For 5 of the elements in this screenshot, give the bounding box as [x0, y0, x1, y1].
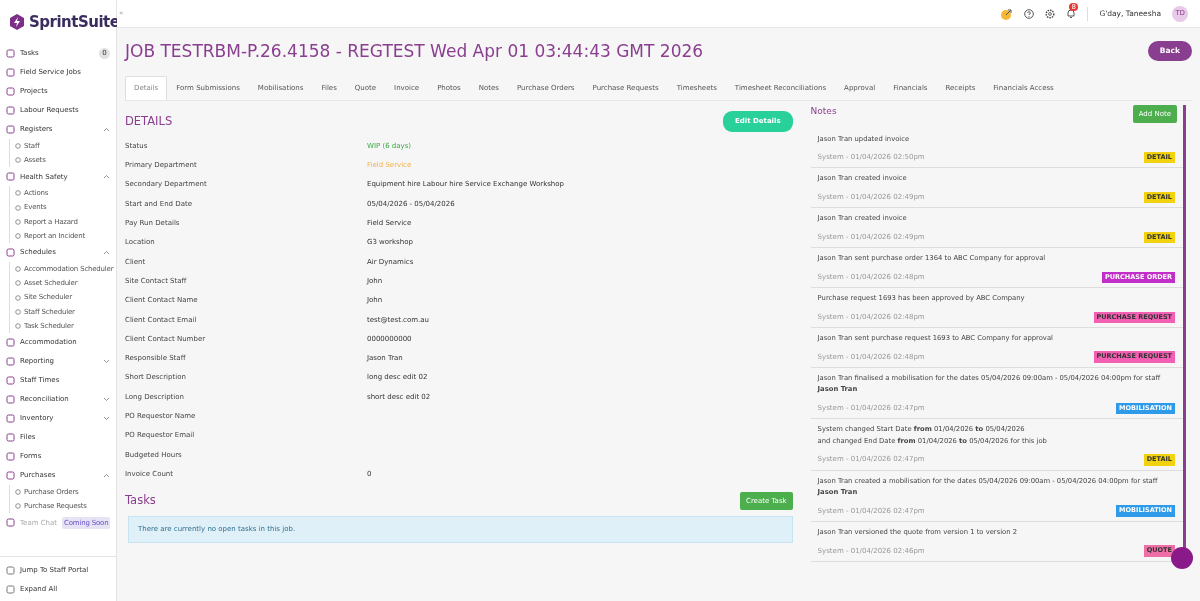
section-heading: Tasks	[125, 492, 156, 510]
page-title: JOB TESTRBM-P.26.4158 - REGTEST Wed Apr 01 03:44:43 GMT 2026	[125, 40, 704, 62]
brand-name: SprintSuite	[29, 12, 120, 33]
section-heading: DETAILS	[125, 112, 173, 130]
notes-heading: Notes	[810, 104, 837, 118]
